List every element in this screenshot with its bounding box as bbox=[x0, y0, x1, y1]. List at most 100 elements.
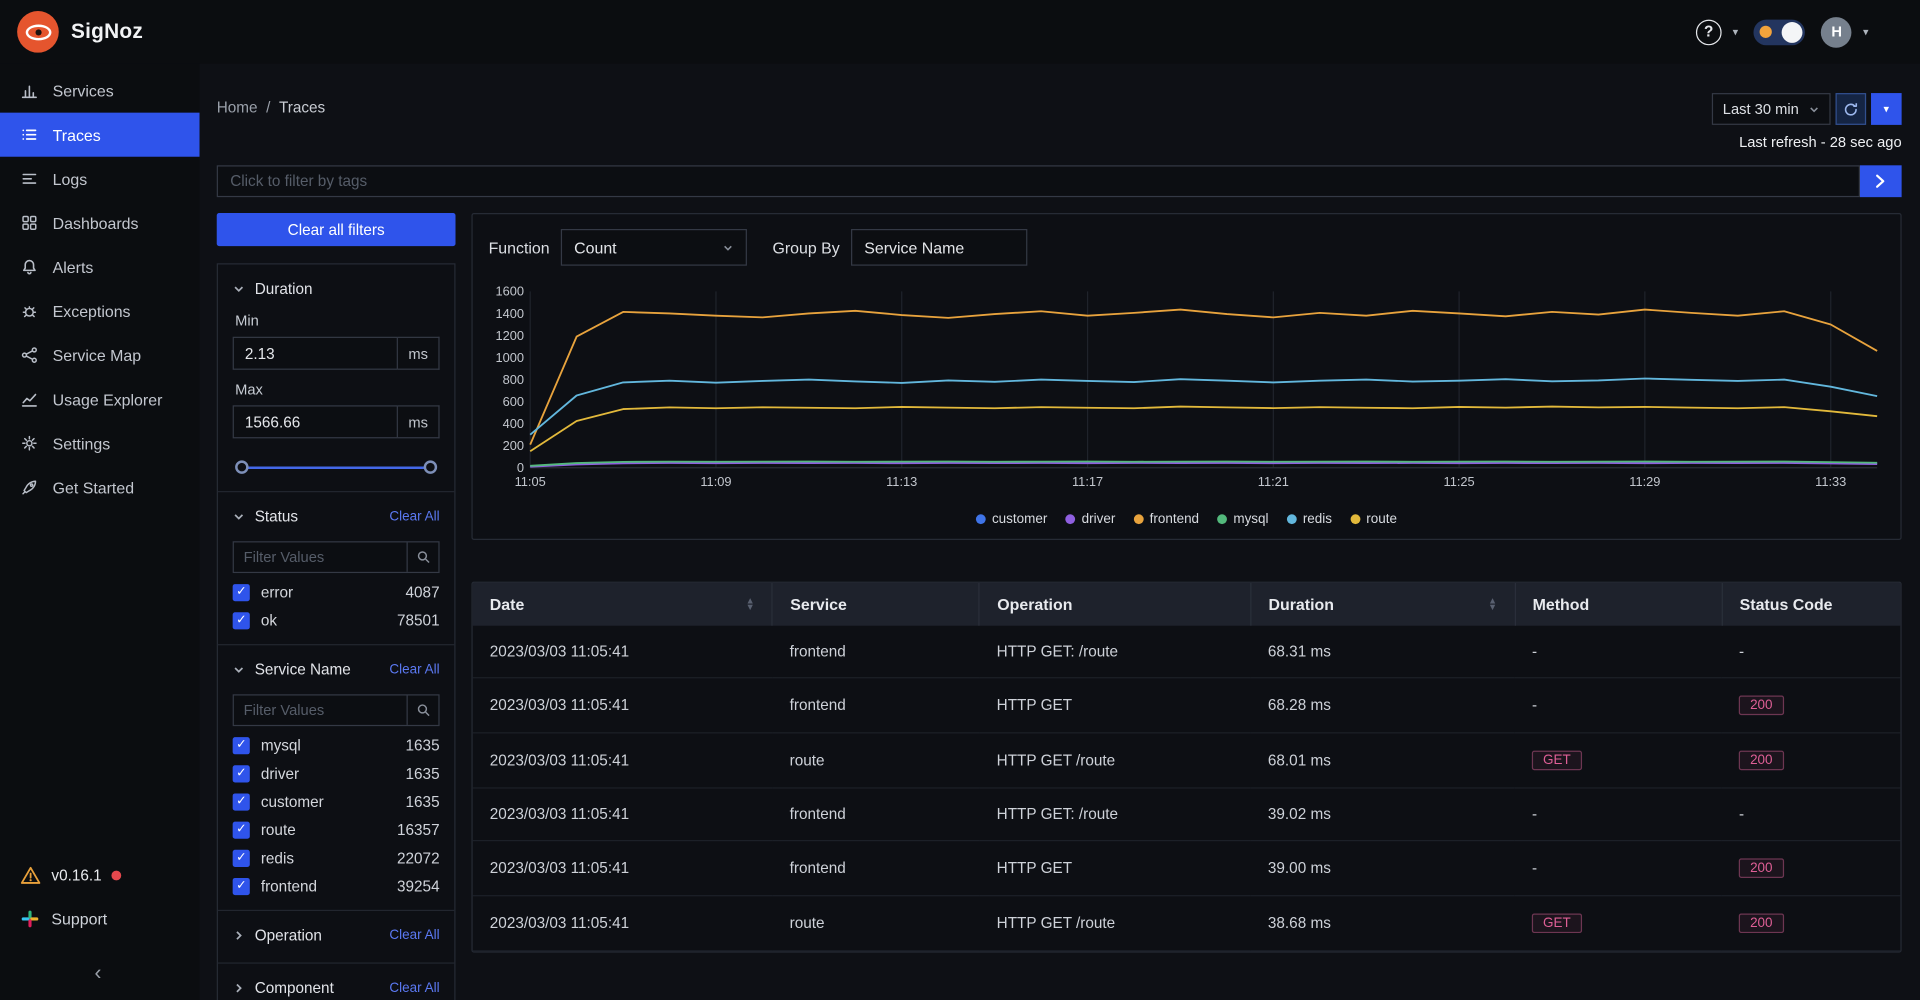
sidebar-item-support[interactable]: Support bbox=[0, 896, 200, 941]
filter-option-redis[interactable]: ✓ redis 22072 bbox=[232, 849, 440, 867]
legend-item-mysql[interactable]: mysql bbox=[1217, 512, 1269, 527]
duration-max-input[interactable] bbox=[232, 405, 398, 439]
version-indicator[interactable]: v0.16.1 bbox=[0, 855, 200, 897]
service-name-section-header[interactable]: Service Name Clear All bbox=[233, 658, 440, 682]
clear-all-link[interactable]: Clear All bbox=[389, 662, 439, 677]
sidebar-item-dashboards[interactable]: Dashboards bbox=[0, 201, 200, 245]
theme-toggle[interactable] bbox=[1754, 18, 1806, 45]
legend-item-frontend[interactable]: frontend bbox=[1133, 512, 1199, 527]
sidebar-item-exceptions[interactable]: Exceptions bbox=[0, 289, 200, 333]
duration-section-header[interactable]: Duration bbox=[233, 277, 440, 301]
tag-search-submit-button[interactable] bbox=[1860, 165, 1902, 198]
filter-option-customer[interactable]: ✓ customer 1635 bbox=[232, 793, 440, 811]
date-cell: 2023/03/03 11:05:41 bbox=[472, 677, 773, 734]
bug-icon bbox=[20, 301, 40, 321]
user-menu-caret-icon[interactable]: ▾ bbox=[1863, 25, 1869, 38]
sidebar-item-usage-explorer[interactable]: Usage Explorer bbox=[0, 377, 200, 421]
table-row[interactable]: 2023/03/03 11:05:41 frontend HTTP GET: /… bbox=[472, 787, 1901, 842]
status-section-header[interactable]: Status Clear All bbox=[233, 504, 440, 528]
sidebar-item-traces[interactable]: Traces bbox=[0, 112, 200, 157]
table-row[interactable]: 2023/03/03 11:05:41 frontend HTTP GET 39… bbox=[472, 840, 1901, 897]
filter-option-route[interactable]: ✓ route 16357 bbox=[232, 821, 440, 839]
status-filter-input[interactable] bbox=[233, 542, 407, 572]
duration-range-slider[interactable] bbox=[235, 460, 438, 474]
align-left-icon bbox=[20, 169, 40, 189]
date-cell: 2023/03/03 11:05:41 bbox=[472, 625, 773, 679]
filter-option-mysql[interactable]: ✓ mysql 1635 bbox=[232, 737, 440, 755]
svg-text:11:25: 11:25 bbox=[1444, 474, 1475, 489]
search-icon[interactable] bbox=[406, 695, 439, 725]
table-row[interactable]: 2023/03/03 11:05:41 route HTTP GET /rout… bbox=[472, 732, 1901, 789]
time-range-select[interactable]: Last 30 min bbox=[1711, 93, 1831, 125]
signoz-logo-icon[interactable] bbox=[17, 11, 59, 53]
sidebar-bottom: v0.16.1 Support ‹ bbox=[0, 855, 200, 1000]
table-row[interactable]: 2023/03/03 11:05:41 route HTTP GET /rout… bbox=[472, 895, 1901, 952]
operation-cell: HTTP GET: /route bbox=[979, 625, 1251, 679]
column-header-duration[interactable]: Duration ▲ ▼ bbox=[1250, 582, 1516, 626]
sort-icons[interactable]: ▲ ▼ bbox=[745, 596, 755, 612]
traces-table-panel: Date ▲ ▼ Service Operation Duration ▲ ▼ Meth… bbox=[471, 581, 1902, 953]
checkbox-checked-icon[interactable]: ✓ bbox=[232, 793, 250, 811]
refresh-button[interactable] bbox=[1835, 93, 1867, 125]
legend-item-driver[interactable]: driver bbox=[1065, 512, 1115, 527]
component-section-header[interactable]: Component Clear All bbox=[233, 976, 440, 1000]
sort-icons[interactable]: ▲ ▼ bbox=[1488, 596, 1497, 610]
sidebar-item-settings[interactable]: Settings bbox=[0, 421, 200, 465]
operation-section-header[interactable]: Operation Clear All bbox=[233, 923, 440, 947]
sidebar-item-alerts[interactable]: Alerts bbox=[0, 245, 200, 289]
legend-item-customer[interactable]: customer bbox=[976, 512, 1047, 527]
filter-option-driver[interactable]: ✓ driver 1635 bbox=[232, 765, 440, 783]
function-select[interactable]: Count bbox=[560, 228, 747, 266]
traces-count-chart[interactable]: 11:05 11:09 11:13 11:17 11:21 11:25 11:29 11:33… bbox=[484, 284, 1886, 495]
checkbox-checked-icon[interactable]: ✓ bbox=[232, 877, 250, 896]
method-badge: GET bbox=[1532, 750, 1582, 771]
method-badge: GET bbox=[1532, 913, 1582, 934]
slider-min-handle[interactable] bbox=[235, 460, 249, 474]
column-header-date[interactable]: Date ▲ ▼ bbox=[472, 582, 774, 626]
avatar[interactable]: H bbox=[1821, 16, 1853, 48]
table-row[interactable]: 2023/03/03 11:05:41 frontend HTTP GET 68… bbox=[472, 677, 1901, 734]
duration-min-input[interactable] bbox=[232, 336, 398, 370]
checkbox-checked-icon[interactable]: ✓ bbox=[232, 612, 250, 630]
checkbox-checked-icon[interactable]: ✓ bbox=[232, 765, 250, 783]
checkbox-checked-icon[interactable]: ✓ bbox=[232, 584, 250, 602]
main-content: Home / Traces Last 30 min ▾ Last refresh… bbox=[199, 63, 1920, 1000]
clear-all-link[interactable]: Clear All bbox=[389, 928, 439, 943]
sidebar-item-service-map[interactable]: Service Map bbox=[0, 333, 200, 377]
sidebar-collapse-button[interactable]: ‹ bbox=[86, 961, 110, 985]
slider-max-handle[interactable] bbox=[423, 460, 438, 474]
help-caret-icon[interactable]: ▾ bbox=[1733, 25, 1739, 38]
svg-text:11:21: 11:21 bbox=[1258, 474, 1289, 489]
checkbox-checked-icon[interactable]: ✓ bbox=[232, 821, 250, 839]
checkbox-checked-icon[interactable]: ✓ bbox=[232, 737, 250, 755]
group-by-select[interactable]: Service Name bbox=[850, 228, 1028, 266]
filter-option-error[interactable]: ✓ error 4087 bbox=[232, 584, 440, 602]
legend-item-redis[interactable]: redis bbox=[1286, 512, 1332, 527]
sidebar-item-get-started[interactable]: Get Started bbox=[0, 465, 200, 509]
sort-desc-icon: ▼ bbox=[745, 600, 755, 612]
sidebar-item-services[interactable]: Services bbox=[0, 69, 200, 113]
filter-option-frontend[interactable]: ✓ frontend 39254 bbox=[232, 877, 440, 896]
help-icon[interactable]: ? bbox=[1695, 18, 1722, 45]
tag-search-input[interactable] bbox=[216, 165, 1860, 198]
table-row[interactable]: 2023/03/03 11:05:41 frontend HTTP GET: /… bbox=[472, 625, 1901, 679]
method-cell: - bbox=[1514, 787, 1722, 842]
filter-option-ok[interactable]: ✓ ok 78501 bbox=[232, 612, 440, 630]
checkbox-checked-icon[interactable]: ✓ bbox=[232, 849, 250, 867]
clear-all-filters-button[interactable]: Clear all filters bbox=[216, 213, 456, 247]
legend-item-route[interactable]: route bbox=[1350, 512, 1397, 527]
sidebar: Services Traces Logs Dashboards Alerts E… bbox=[0, 63, 200, 1000]
chart-panel: Function Count Group By Service Name 11:… bbox=[471, 213, 1902, 541]
service-filter-input[interactable] bbox=[233, 695, 407, 725]
sidebar-item-logs[interactable]: Logs bbox=[0, 157, 200, 201]
clear-all-link[interactable]: Clear All bbox=[389, 509, 439, 524]
sidebar-item-label: Traces bbox=[52, 125, 101, 144]
chevron-down-icon bbox=[233, 511, 245, 523]
refresh-options-button[interactable]: ▾ bbox=[1871, 93, 1902, 125]
gear-icon bbox=[20, 433, 40, 453]
search-icon[interactable] bbox=[406, 542, 439, 572]
breadcrumb-home[interactable]: Home bbox=[217, 99, 258, 116]
duration-cell: 38.68 ms bbox=[1250, 895, 1515, 952]
status-code-badge: 200 bbox=[1739, 858, 1784, 878]
clear-all-link[interactable]: Clear All bbox=[389, 981, 439, 996]
